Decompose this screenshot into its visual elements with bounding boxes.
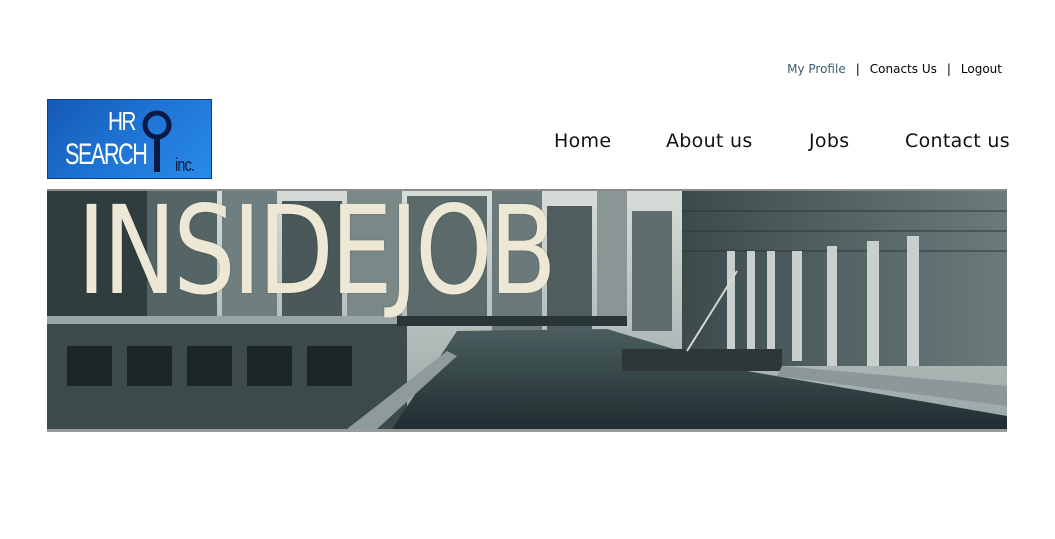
nav-item-jobs[interactable]: Jobs: [809, 127, 849, 155]
contact-us-link[interactable]: Conacts Us: [870, 62, 937, 76]
logout-link[interactable]: Logout: [961, 62, 1002, 76]
nav-item-contact-us[interactable]: Contact us: [905, 127, 1010, 155]
banner-title: INSIDEJOB: [77, 189, 557, 323]
hr-search-logo[interactable]: HR SEARCH inc.: [47, 99, 212, 179]
separator: |: [946, 62, 951, 76]
logo-text-inc: inc.: [175, 155, 195, 175]
page: My Profile | Conacts Us | Logout HR SEAR…: [0, 0, 1055, 539]
hero-banner: INSIDEJOB: [47, 189, 1007, 432]
my-profile-link[interactable]: My Profile: [787, 62, 846, 76]
separator: |: [855, 62, 860, 76]
logo-text-hr: HR: [108, 106, 136, 136]
main-nav: Home About us Jobs Contact us: [554, 127, 1014, 155]
nav-item-home[interactable]: Home: [554, 127, 611, 155]
utility-links: My Profile | Conacts Us | Logout: [787, 62, 1002, 76]
magnifier-icon: [142, 110, 172, 172]
nav-item-about-us[interactable]: About us: [666, 127, 753, 155]
logo-text-search: SEARCH: [65, 138, 148, 171]
